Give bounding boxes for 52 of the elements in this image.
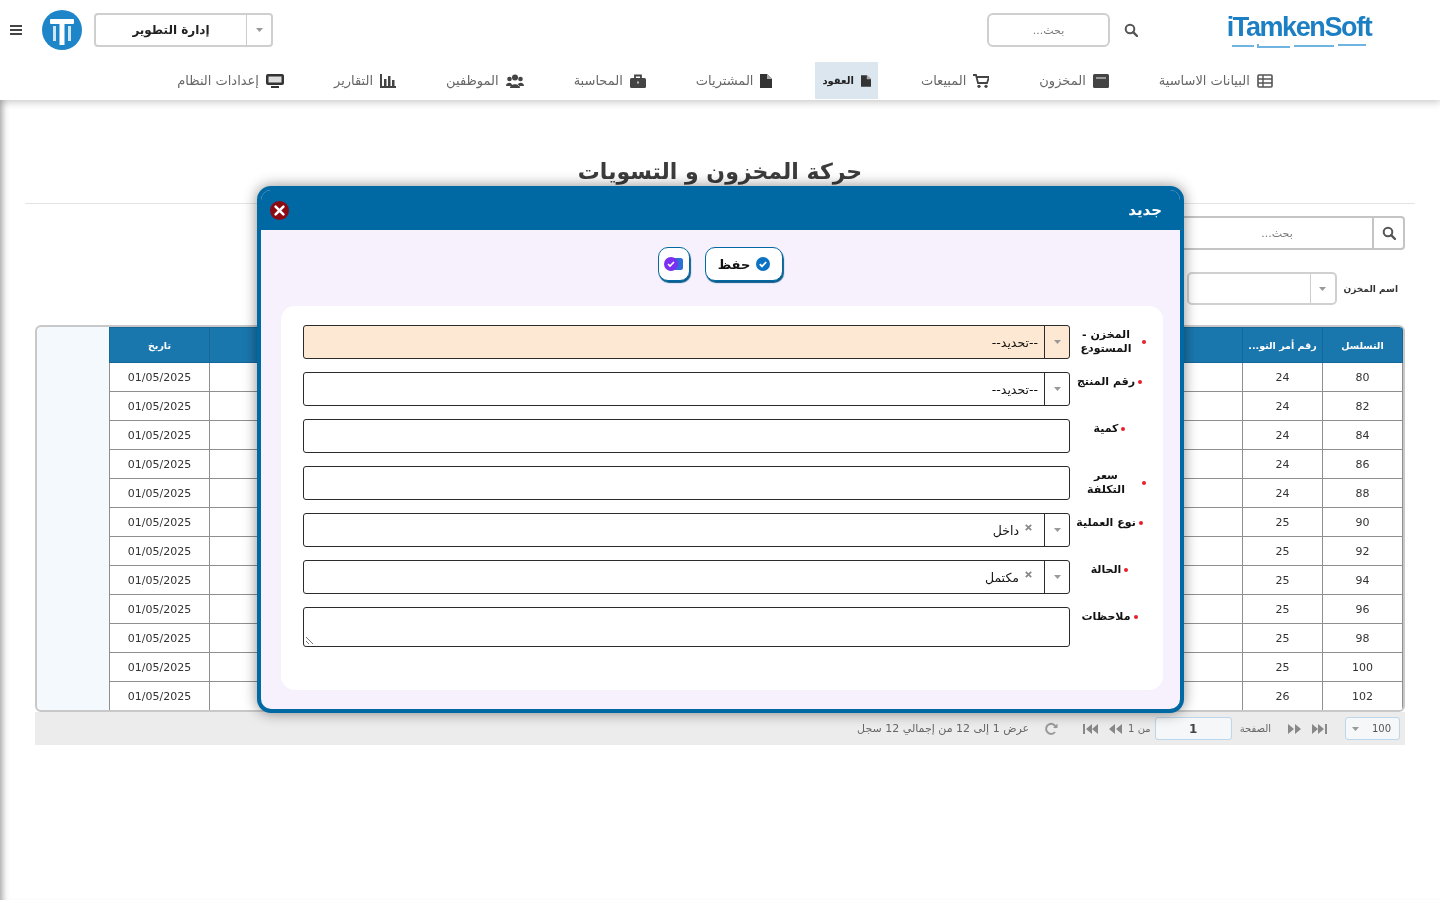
column-header: تاريخ xyxy=(109,327,210,363)
record-summary: عرض 1 إلى 12 من إجمالي 12 سجل xyxy=(857,722,1030,735)
field-label: ملاحظات xyxy=(1081,610,1131,624)
table-cell: 01/05/2025 xyxy=(109,507,210,537)
table-cell: 01/05/2025 xyxy=(109,623,210,653)
table-cell: 86 xyxy=(1322,449,1403,479)
table-cell: 80 xyxy=(1322,362,1403,392)
table-cell: 01/05/2025 xyxy=(109,362,210,392)
field-label: الحالة xyxy=(1090,563,1122,577)
table-cell: 25 xyxy=(1242,565,1323,595)
table-cell: 01/05/2025 xyxy=(109,594,210,624)
table-cell: 01/05/2025 xyxy=(109,449,210,479)
table-cell: 24 xyxy=(1242,478,1323,508)
page-count: من 1 xyxy=(1128,723,1151,734)
table-cell: 01/05/2025 xyxy=(109,565,210,595)
table-cell: 01/05/2025 xyxy=(109,536,210,566)
table-cell: 25 xyxy=(1242,652,1323,682)
column-header: التسلسل xyxy=(1322,327,1403,363)
table-cell: 01/05/2025 xyxy=(109,681,210,710)
table-cell: 96 xyxy=(1322,594,1403,624)
field-label: سعر التكلفة xyxy=(1086,469,1126,497)
table-cell: 25 xyxy=(1242,623,1323,653)
field-label: نوع العملية xyxy=(1076,516,1136,530)
table-cell: 90 xyxy=(1322,507,1403,537)
logo-text: iTamkenSoft xyxy=(1226,11,1372,42)
table-cell: 01/05/2025 xyxy=(109,420,210,450)
table-cell: 100 xyxy=(1322,652,1403,682)
table-cell: 24 xyxy=(1242,362,1323,392)
field-label: المخزن - المستودع xyxy=(1079,328,1133,356)
table-cell: 88 xyxy=(1322,478,1403,508)
table-cell: 92 xyxy=(1322,536,1403,566)
table-cell: 102 xyxy=(1322,681,1403,710)
column-header: رقم أمر التو... xyxy=(1242,327,1323,363)
table-cell: 01/05/2025 xyxy=(109,478,210,508)
table-cell: 94 xyxy=(1322,565,1403,595)
page-label: الصفحة xyxy=(1239,723,1271,734)
table-cell: 25 xyxy=(1242,594,1323,624)
table-cell: 84 xyxy=(1322,420,1403,450)
filter-label: اسم المخزن xyxy=(1343,283,1398,294)
table-cell: 24 xyxy=(1242,420,1323,450)
table-cell: 01/05/2025 xyxy=(109,652,210,682)
field-label: رقم المنتج xyxy=(1076,375,1136,389)
table-cell: 25 xyxy=(1242,507,1323,537)
dialog-title: جديد xyxy=(1128,201,1162,219)
table-cell: 24 xyxy=(1242,391,1323,421)
table-cell: 26 xyxy=(1242,681,1323,710)
table-cell: 01/05/2025 xyxy=(109,391,210,421)
table-cell: 98 xyxy=(1322,623,1403,653)
table-cell: 25 xyxy=(1242,536,1323,566)
table-cell: 82 xyxy=(1322,391,1403,421)
table-cell: 24 xyxy=(1242,449,1323,479)
page-title: حركة المخزون و التسويات xyxy=(576,158,864,187)
